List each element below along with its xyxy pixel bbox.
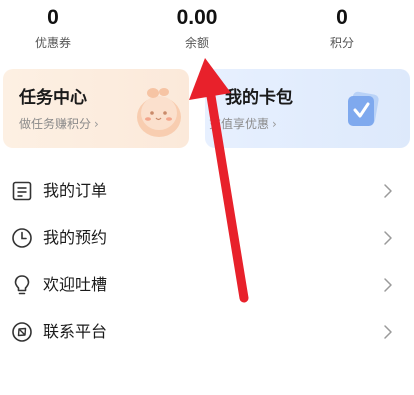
task-center-card[interactable]: 任务中心 做任务赚积分 › bbox=[3, 69, 189, 148]
stat-balance-label: 余额 bbox=[184, 36, 209, 50]
profile-page: 0 优惠券 0.00 余额 0 积分 任务中心 做任务赚积分 › 我的卡包 充值… bbox=[0, 0, 414, 395]
chevron-right-icon bbox=[384, 184, 392, 198]
task-center-subtitle-text: 做任务赚积分 bbox=[19, 117, 92, 131]
stat-balance[interactable]: 0.00 余额 bbox=[137, 4, 257, 52]
menu-item-appointments[interactable]: 我的预约 bbox=[0, 215, 414, 261]
card-wallet-subtitle: 充值享优惠 › bbox=[209, 115, 277, 133]
chevron-right-icon bbox=[384, 231, 392, 245]
stat-points-value: 0 bbox=[336, 6, 348, 29]
card-wallet-icon bbox=[348, 91, 379, 126]
clock-icon bbox=[12, 228, 32, 248]
menu-item-orders[interactable]: 我的订单 bbox=[0, 168, 414, 214]
stat-coupons-value: 0 bbox=[47, 6, 59, 29]
menu-item-feedback[interactable]: 欢迎吐槽 bbox=[0, 262, 414, 308]
account-stats: 0 优惠券 0.00 余额 0 积分 bbox=[0, 0, 414, 58]
chevron-right-icon bbox=[384, 278, 392, 292]
task-center-subtitle: 做任务赚积分 › bbox=[19, 115, 99, 133]
mascot-icon bbox=[137, 88, 181, 137]
menu-item-contact[interactable]: 联系平台 bbox=[0, 309, 414, 355]
card-wallet-title: 我的卡包 bbox=[225, 88, 293, 108]
stat-points-label: 积分 bbox=[329, 36, 354, 50]
chevron-right-icon bbox=[384, 325, 392, 339]
menu-item-feedback-label: 欢迎吐槽 bbox=[43, 275, 108, 294]
menu-item-contact-label: 联系平台 bbox=[43, 322, 108, 341]
stat-balance-value: 0.00 bbox=[176, 6, 218, 29]
menu-item-appointments-label: 我的预约 bbox=[43, 228, 108, 247]
stat-points[interactable]: 0 积分 bbox=[282, 4, 402, 52]
chevron-right-icon: › bbox=[94, 117, 99, 131]
menu-item-orders-label: 我的订单 bbox=[43, 181, 108, 200]
stat-coupons-label: 优惠券 bbox=[34, 36, 71, 50]
chevron-right-icon: › bbox=[272, 117, 277, 131]
card-wallet-subtitle-text: 充值享优惠 bbox=[209, 117, 270, 131]
card-wallet-card[interactable]: 我的卡包 充值享优惠 › bbox=[205, 69, 410, 148]
order-list-icon bbox=[12, 181, 32, 201]
task-center-title: 任务中心 bbox=[19, 88, 87, 108]
compass-icon bbox=[12, 322, 32, 342]
stat-coupons[interactable]: 0 优惠券 bbox=[0, 4, 113, 52]
lightbulb-icon bbox=[14, 275, 30, 295]
